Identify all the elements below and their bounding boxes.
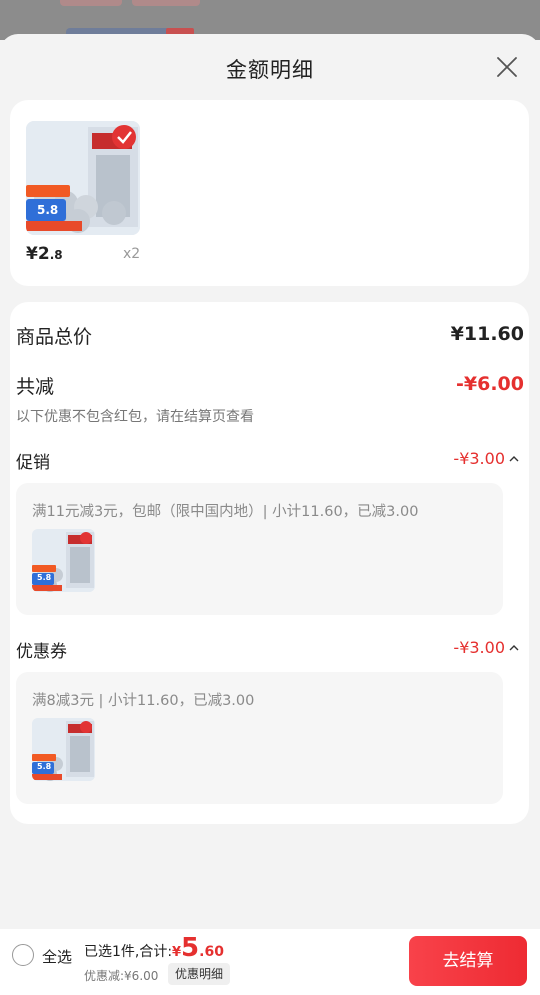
close-icon[interactable] [496,56,518,78]
selected-count-text: 已选1件,合计: [84,944,173,960]
checkout-bar: 全选 已选1件,合计: ¥5.60 优惠减:¥6.00 优惠明细 去结算 [0,929,540,995]
select-all-radio[interactable] [12,944,34,966]
product-image[interactable]: 5.8 [26,121,140,235]
total-deduction-value: -¥6.00 [456,373,524,395]
coupon-detail-text: 满8减3元 | 小计11.60，已减3.00 [32,693,255,709]
thumbnail-price-badge: 5.8 [37,762,52,771]
promotion-detail-box: 满11元减3元，包邮（限中国内地）| 小计11.60，已减3.00 5.8 [16,483,503,615]
background-tag [132,0,200,6]
coupon-label: 优惠券 [16,642,67,662]
promotion-label: 促销 [16,453,50,473]
price-decimal: .8 [49,248,63,262]
total-deduction-label: 共减 [16,376,55,398]
coupon-value: -¥3.00 [453,638,505,657]
checkout-button[interactable]: 去结算 [409,936,527,986]
total-price-value: ¥11.60 [450,323,524,345]
thumbnail-price-badge: 5.8 [37,573,52,582]
product-price-badge: 5.8 [37,203,59,217]
sheet-title: 金额明细 [226,58,314,82]
promotion-value: -¥3.00 [453,449,505,468]
promotion-detail-text: 满11元减3元，包邮（限中国内地）| 小计11.60，已减3.00 [32,504,419,520]
promotion-toggle[interactable]: -¥3.00 [453,449,520,468]
product-quantity: x2 [123,246,141,262]
total-integer: 5 [181,933,200,963]
select-all-label[interactable]: 全选 [42,946,72,967]
total-currency: ¥ [172,945,182,960]
promotion-product-thumbnail[interactable]: 5.8 [32,529,95,592]
total-amount: ¥5.60 [172,933,224,963]
total-price-label: 商品总价 [16,326,93,348]
product-price: ¥2.8 [26,244,63,264]
coupon-toggle[interactable]: -¥3.00 [453,638,520,657]
coupon-detail-box: 满8减3元 | 小计11.60，已减3.00 5.8 [16,672,503,804]
coupon-product-thumbnail[interactable]: 5.8 [32,718,95,781]
chevron-up-icon [508,453,520,465]
amount-detail-sheet: 金额明细 5.8 ¥2.8 x2 商品总价 ¥11.60 共减 -¥6.00 以… [0,34,540,995]
product-card: 5.8 ¥2.8 x2 [10,100,529,286]
chevron-up-icon [508,642,520,654]
price-integer: 2 [37,244,50,264]
total-decimal: .60 [199,944,224,960]
sheet-header: 金额明细 [0,34,540,100]
price-symbol: ¥ [26,244,38,264]
background-tag [60,0,122,6]
discount-detail-button[interactable]: 优惠明细 [168,963,231,985]
discount-note: 以下优惠不包含红包，请在结算页查看 [16,409,254,425]
saved-amount-text: 优惠减:¥6.00 [84,969,159,983]
